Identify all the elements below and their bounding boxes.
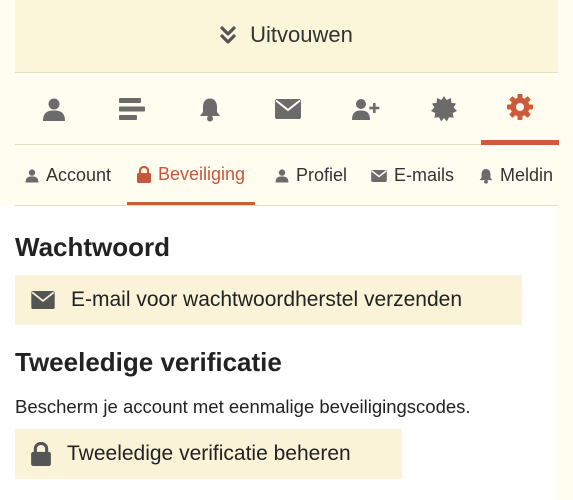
nav-preferences[interactable] — [481, 73, 559, 145]
password-heading: Wachtwoord — [15, 232, 171, 262]
button-label: E-mail voor wachtwoordherstel verzenden — [71, 288, 463, 311]
manage-twofa-button[interactable]: Tweeledige verificatie beheren — [15, 429, 402, 479]
security-panel: Wachtwoord E-mail voor wachtwoordherstel… — [0, 206, 558, 500]
nav-notifications[interactable] — [182, 73, 238, 145]
user-icon — [25, 169, 39, 183]
envelope-icon — [371, 169, 387, 182]
twofa-description: Bescherm je account met eenmalige beveil… — [15, 396, 471, 417]
nav-activity[interactable] — [104, 73, 160, 145]
preferences-tabs: Account Beveiliging Profiel E-mails Meld… — [15, 146, 558, 206]
lock-icon — [31, 442, 51, 466]
button-label: Tweeledige verificatie beheren — [67, 442, 351, 465]
tab-account[interactable]: Account — [25, 146, 111, 205]
user-icon — [43, 98, 65, 121]
envelope-icon — [31, 291, 55, 309]
bell-icon — [479, 168, 493, 184]
expand-toggle[interactable]: Uitvouwen — [15, 0, 558, 73]
tab-label: Profiel — [296, 165, 348, 185]
expand-label: Uitvouwen — [250, 22, 353, 47]
tab-emails[interactable]: E-mails — [371, 146, 454, 205]
nav-account[interactable] — [26, 73, 82, 145]
send-password-reset-button[interactable]: E-mail voor wachtwoordherstel verzenden — [15, 275, 522, 325]
tab-label: E-mails — [394, 165, 455, 185]
user-plus-icon — [352, 99, 380, 120]
nav-messages[interactable] — [260, 73, 316, 145]
tab-security[interactable]: Beveiliging — [127, 146, 256, 205]
bell-icon — [200, 98, 220, 121]
nav-badges[interactable] — [416, 73, 472, 145]
tab-label: Account — [46, 165, 112, 185]
tab-label: Beveiliging — [158, 163, 246, 184]
envelope-icon — [275, 99, 301, 119]
twofa-heading: Tweeledige verificatie — [15, 347, 282, 377]
nav-invite[interactable] — [338, 73, 394, 145]
icon-navigation — [15, 73, 559, 145]
tab-notifications[interactable]: Meldin — [479, 146, 553, 205]
double-chevron-down-icon — [220, 26, 236, 46]
tab-label: Meldin — [500, 165, 554, 185]
gear-icon — [507, 93, 533, 120]
badge-icon — [431, 96, 457, 122]
user-icon — [275, 169, 289, 183]
lock-icon — [137, 165, 151, 183]
tab-profile[interactable]: Profiel — [275, 146, 347, 205]
list-icon — [119, 98, 145, 120]
